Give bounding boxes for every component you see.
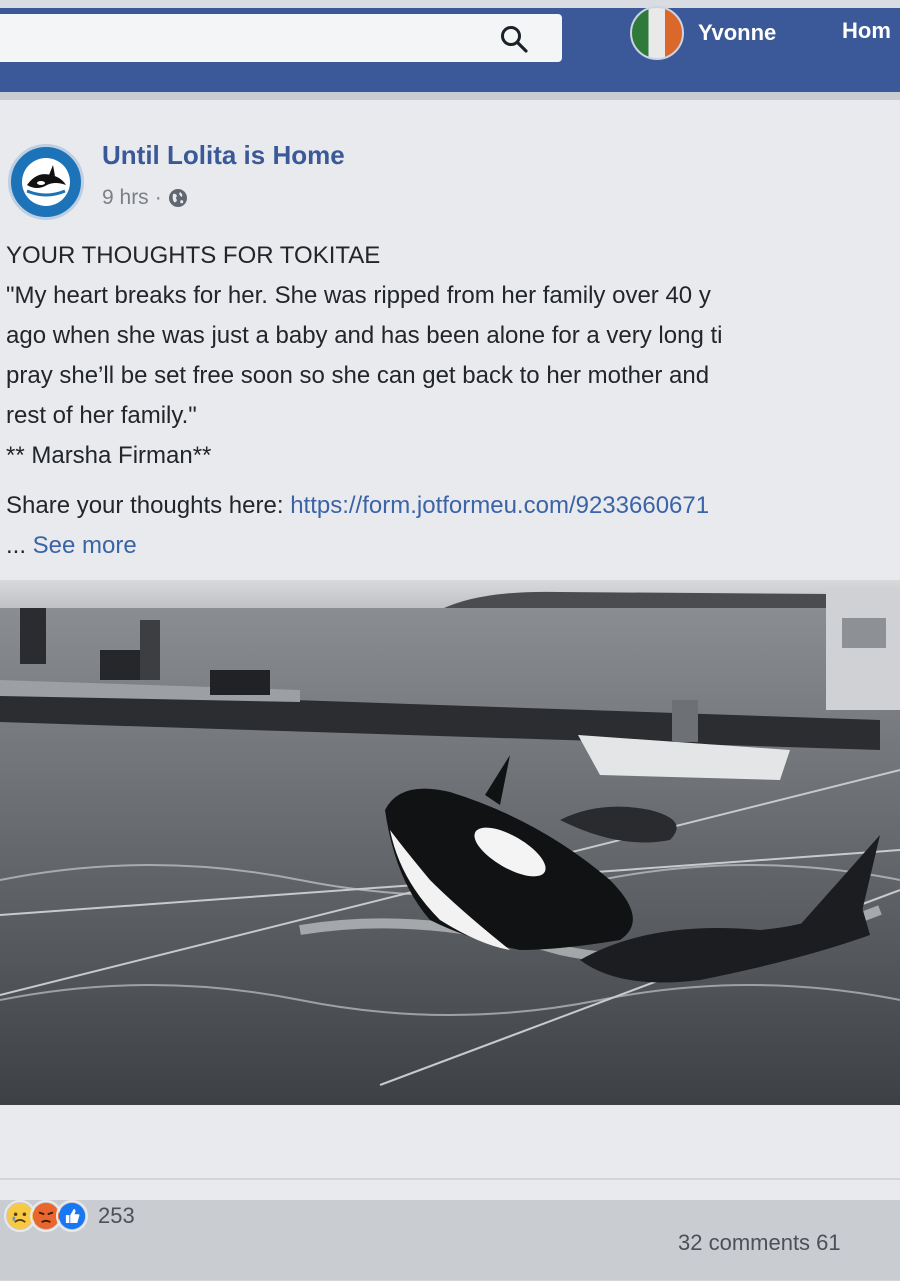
top-nav-bar: Yvonne Hom — [0, 0, 900, 92]
page-avatar[interactable] — [8, 144, 84, 220]
post-text: YOUR THOUGHTS FOR TOKITAE "My heart brea… — [6, 236, 900, 566]
post-meta: 9 hrs · — [102, 186, 188, 210]
reaction-count[interactable]: 253 — [98, 1203, 135, 1229]
post-text-line: rest of her family." — [6, 402, 197, 429]
post-text-line: ** Marsha Firman** — [6, 442, 212, 469]
post-time[interactable]: 9 hrs — [102, 186, 149, 210]
browser-edge — [0, 0, 900, 8]
search-icon[interactable] — [494, 22, 534, 56]
post-text-line: pray she’ll be set free soon so she can … — [6, 362, 710, 389]
page-logo-icon — [13, 149, 79, 215]
see-more-line: ... See more — [6, 526, 900, 566]
ellipsis: ... — [6, 532, 33, 559]
post-text-line: "My heart breaks for her. She was ripped… — [6, 282, 711, 309]
post-text-line: YOUR THOUGHTS FOR TOKITAE — [6, 242, 381, 269]
page-name-link[interactable]: Until Lolita is Home — [102, 140, 345, 171]
home-link[interactable]: Hom — [842, 18, 891, 44]
see-more-link[interactable]: See more — [33, 532, 137, 559]
post-card: Until Lolita is Home 9 hrs · YOUR THOUGH… — [0, 100, 900, 1281]
profile-link[interactable]: Yvonne — [630, 6, 776, 60]
divider — [0, 1178, 900, 1180]
post-text-line: ago when she was just a baby and has bee… — [6, 322, 723, 349]
share-prefix: Share your thoughts here: — [6, 492, 291, 519]
orca-photo-image — [0, 580, 900, 1105]
post-photo[interactable] — [0, 580, 900, 1105]
meta-separator: · — [154, 186, 162, 209]
avatar[interactable] — [630, 6, 684, 60]
profile-name[interactable]: Yvonne — [698, 20, 776, 46]
comments-count[interactable]: 32 comments 61 — [678, 1230, 841, 1256]
globe-icon[interactable] — [168, 188, 188, 208]
share-line: Share your thoughts here: https://form.j… — [6, 486, 900, 526]
search-input[interactable] — [0, 14, 562, 62]
share-link[interactable]: https://form.jotformeu.com/9233660671 — [290, 492, 709, 519]
like-reaction-icon — [56, 1200, 88, 1232]
reactions-summary[interactable]: 253 — [4, 1200, 135, 1232]
